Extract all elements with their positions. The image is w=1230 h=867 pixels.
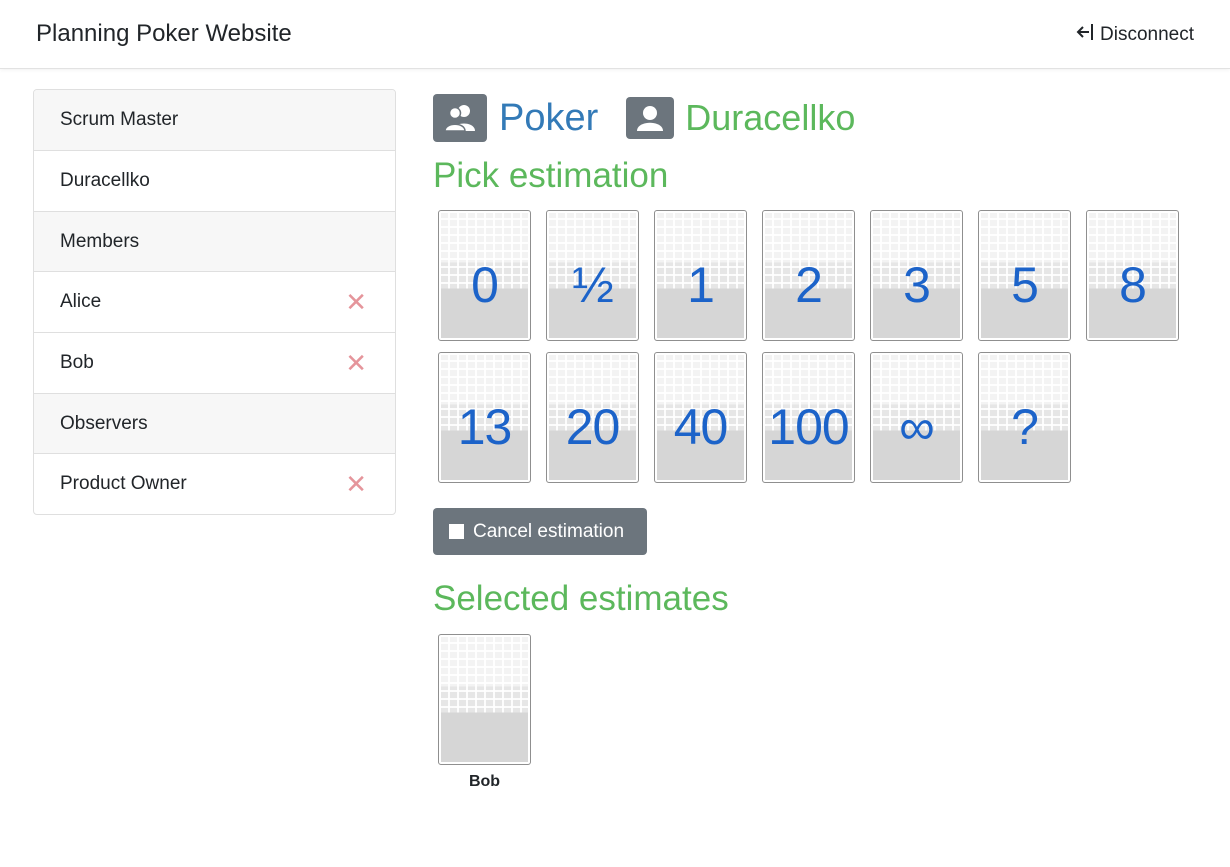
members-header-label: Members	[60, 230, 140, 252]
estimation-card[interactable]: ?	[978, 352, 1071, 483]
remove-member-icon[interactable]: ✕	[345, 350, 369, 376]
estimation-card[interactable]: 40	[654, 352, 747, 483]
estimation-card-value: 5	[1011, 256, 1039, 313]
estimation-card[interactable]: ½	[546, 210, 639, 341]
member-name: Alice	[60, 291, 102, 312]
members-header: Members	[34, 211, 395, 271]
team-name: Poker	[499, 96, 599, 139]
user-name: Duracellko	[685, 97, 856, 138]
observer-name: Product Owner	[60, 473, 187, 494]
estimation-card-value: 13	[457, 398, 513, 455]
scrum-master-header-label: Scrum Master	[60, 109, 179, 130]
title-bar: Poker Duracellko	[433, 90, 1198, 146]
stop-icon	[449, 524, 464, 539]
member-item-alice: Alice ✕	[34, 271, 395, 332]
estimation-card-value: 1	[687, 256, 715, 313]
observers-header: Observers	[34, 393, 395, 453]
remove-member-icon[interactable]: ✕	[345, 289, 369, 315]
estimation-card-value: ?	[1011, 398, 1039, 455]
estimation-card[interactable]: 100	[762, 352, 855, 483]
selected-estimate-name: Bob	[468, 773, 501, 790]
users-icon	[433, 94, 487, 142]
observers-header-label: Observers	[60, 412, 148, 434]
pick-estimation-title: Pick estimation	[433, 156, 669, 195]
estimation-card-value: 100	[768, 398, 849, 455]
estimation-card[interactable]: 13	[438, 352, 531, 483]
observer-item-product-owner: Product Owner ✕	[34, 453, 395, 514]
estimation-card-value: ∞	[899, 398, 935, 455]
brand-title[interactable]: Planning Poker Website	[36, 20, 292, 48]
estimation-card-value: 40	[673, 398, 729, 455]
selected-estimates-title: Selected estimates	[433, 579, 729, 618]
disconnect-link[interactable]: Disconnect	[1075, 23, 1194, 47]
participants-list: Scrum Master Duracellko Members Alice ✕ …	[33, 89, 396, 515]
scrum-master-item: Duracellko	[34, 150, 395, 211]
estimation-card-value: 20	[565, 398, 621, 455]
estimation-card[interactable]: 0	[438, 210, 531, 341]
selected-estimate: Bob	[438, 634, 531, 791]
estimation-card-value: 2	[795, 256, 823, 313]
estimation-card-value: 8	[1119, 256, 1147, 313]
estimation-card[interactable]: 20	[546, 352, 639, 483]
estimation-cards: 0 ½ 1 2 3 5 8 13 20 40 100 ∞?	[438, 210, 1198, 483]
scrum-master-header: Scrum Master	[34, 90, 395, 150]
disconnect-label: Disconnect	[1100, 24, 1194, 45]
sign-out-icon	[1075, 23, 1095, 47]
member-name: Bob	[60, 352, 94, 373]
estimation-card[interactable]: 5	[978, 210, 1071, 341]
estimation-card[interactable]: 1	[654, 210, 747, 341]
selected-estimate-card	[438, 634, 531, 765]
remove-observer-icon[interactable]: ✕	[345, 471, 369, 497]
estimation-card-value: ½	[572, 256, 614, 313]
navbar: Planning Poker Website Disconnect	[0, 0, 1230, 69]
cancel-estimation-label: Cancel estimation	[473, 520, 625, 542]
user-icon	[626, 97, 675, 139]
estimation-card[interactable]: 3	[870, 210, 963, 341]
scrum-master-name: Duracellko	[60, 170, 150, 191]
estimation-card-value: 0	[471, 256, 499, 313]
estimation-card[interactable]: 8	[1086, 210, 1179, 341]
main-content: Poker Duracellko Pick estimation 0 ½ 1 2 3 5 8…	[433, 90, 1198, 791]
estimation-card[interactable]: 2	[762, 210, 855, 341]
member-item-bob: Bob ✕	[34, 332, 395, 393]
estimation-card-value: 3	[903, 256, 931, 313]
cancel-estimation-button[interactable]: Cancel estimation	[433, 508, 647, 555]
estimation-card[interactable]: ∞	[870, 352, 963, 483]
